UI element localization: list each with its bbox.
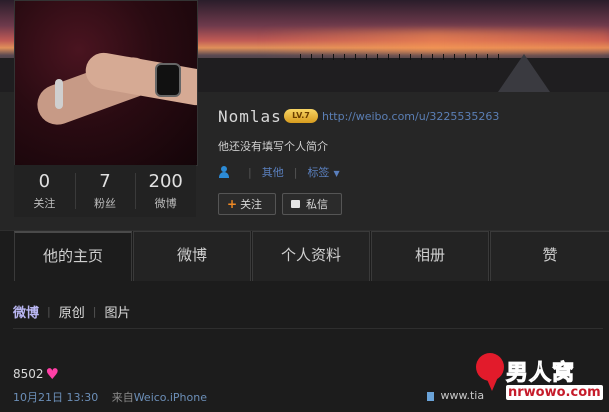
separator: |	[47, 305, 51, 318]
profile-bio: 他还没有填写个人简介	[218, 140, 328, 153]
tab-weibo[interactable]: 微博	[133, 231, 251, 281]
stat-posts[interactable]: 200 微博	[135, 165, 196, 217]
separator: |	[92, 305, 97, 318]
plus-icon: +	[227, 197, 238, 211]
heart-icon: ♥	[45, 365, 59, 383]
avatar-bracelet	[55, 79, 63, 109]
cover-fence-poles	[300, 54, 500, 60]
avatar-watch	[155, 63, 181, 97]
person-icon	[218, 166, 230, 178]
tab-album[interactable]: 相册	[371, 231, 489, 281]
feed-filter: 微博 | 原创 | 图片	[13, 302, 130, 321]
tags-label: 标签	[307, 166, 330, 179]
post-source-link[interactable]: Weico.iPhone	[134, 391, 207, 404]
message-icon	[291, 200, 300, 208]
stat-followers-count: 7	[99, 171, 111, 192]
watermark-title: 男人窝	[505, 361, 576, 387]
tab-home[interactable]: 他的主页	[14, 231, 132, 281]
stat-following-label: 关注	[33, 197, 56, 210]
follow-button-label: 关注	[240, 198, 263, 211]
profile-name: Nomlas	[218, 107, 282, 126]
watermark-bubble-tail	[486, 377, 498, 391]
stat-following-count: 0	[38, 171, 51, 192]
cover-road	[498, 54, 550, 92]
divider	[13, 328, 603, 329]
separator: |	[248, 165, 252, 179]
message-button-label: 私信	[306, 198, 328, 211]
like-icon[interactable]	[427, 391, 434, 401]
profile-meta: | 其他 | 标签 ▼	[218, 164, 340, 180]
filter-images[interactable]: 图片	[104, 302, 130, 321]
stat-followers[interactable]: 7 粉丝	[74, 165, 136, 217]
watermark-url: nrwowo.com	[506, 385, 603, 400]
other-link[interactable]: 其他	[262, 164, 284, 180]
stat-posts-count: 200	[148, 171, 183, 192]
follow-button[interactable]: + 关注	[218, 193, 276, 215]
cover-sky-glow	[260, 30, 609, 54]
avatar[interactable]	[14, 0, 198, 166]
filter-original[interactable]: 原创	[59, 302, 85, 321]
separator: |	[293, 165, 298, 179]
tab-profile-info[interactable]: 个人资料	[252, 231, 370, 281]
post-text: 8502	[13, 367, 44, 381]
profile-tabs: 他的主页 微博 个人资料 相册 赞	[0, 230, 609, 281]
stat-followers-label: 粉丝	[94, 197, 116, 210]
post-meta: 10月21日 13:30 来自Weico.iPhone	[13, 389, 207, 405]
tab-likes[interactable]: 赞	[490, 231, 609, 281]
tags-link[interactable]: 标签 ▼	[307, 164, 339, 180]
stat-posts-label: 微博	[154, 197, 177, 210]
watermark-logo: 男人窝 nrwowo.com	[476, 353, 606, 409]
stat-following[interactable]: 0 关注	[14, 165, 75, 217]
profile-stats: 0 关注 7 粉丝 200 微博	[14, 165, 196, 217]
post-time-link[interactable]: 10月21日 13:30	[13, 391, 98, 404]
post-content: 8502 ♥	[13, 365, 59, 383]
profile-url-link[interactable]: http://weibo.com/u/3225535263	[322, 110, 499, 123]
caret-down-icon: ▼	[333, 169, 340, 178]
message-button[interactable]: 私信	[282, 193, 342, 215]
level-badge[interactable]: LV.7	[284, 109, 318, 123]
post-source-prefix: 来自	[111, 391, 134, 404]
filter-weibo[interactable]: 微博	[13, 302, 39, 321]
